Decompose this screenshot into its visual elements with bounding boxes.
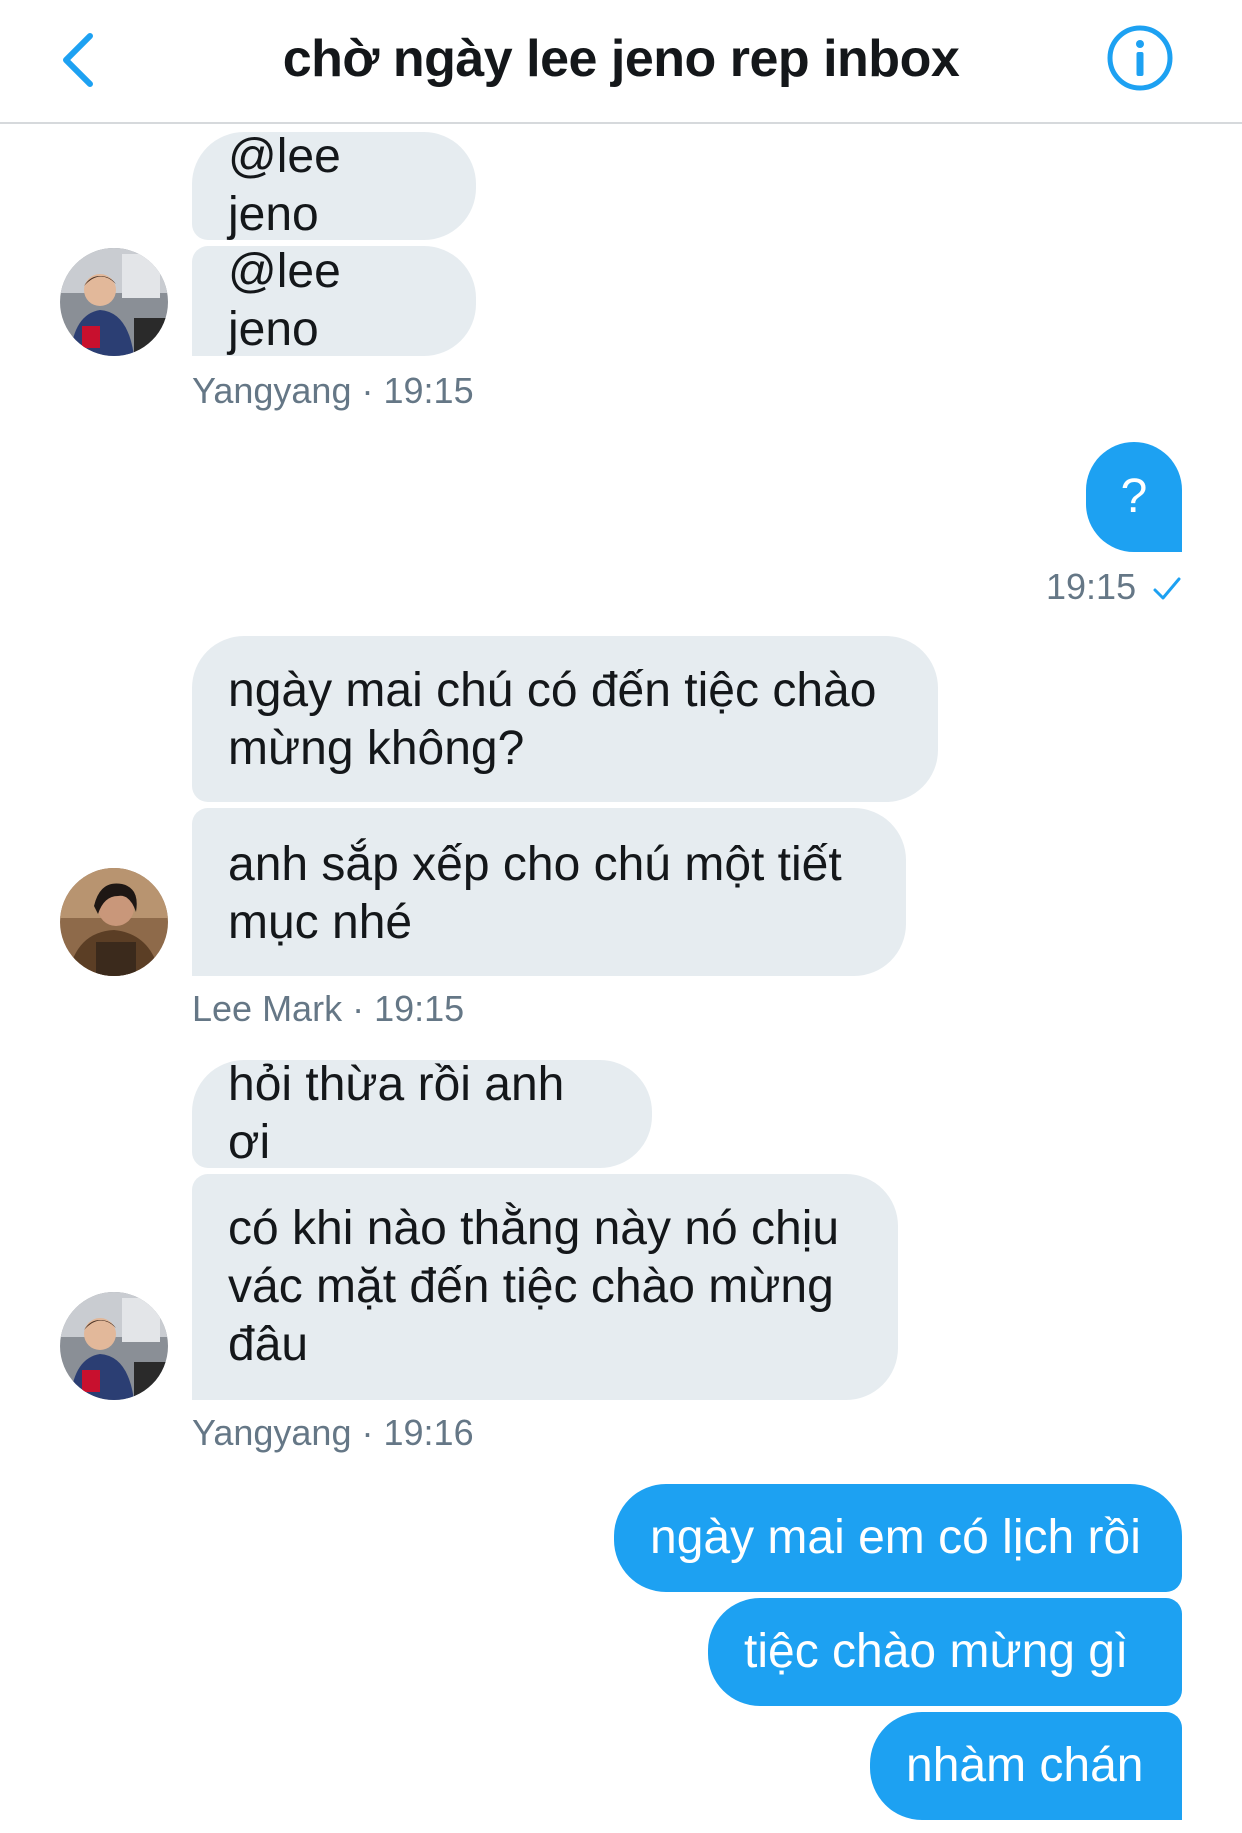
message-text-line: mục nhé [228, 896, 413, 949]
meta-separator: · [361, 1412, 374, 1453]
message-meta: Lee Mark · 19:15 [192, 988, 464, 1030]
message-text: hỏi thừa rồi anh ơi [228, 1058, 565, 1169]
meta-separator: · [361, 370, 374, 411]
sender-name: Yangyang [192, 1412, 352, 1453]
outgoing-message[interactable]: ? [1086, 442, 1182, 552]
info-button[interactable] [1104, 22, 1176, 94]
avatar-photo [60, 1292, 168, 1400]
message-time: 19:15 [374, 988, 465, 1029]
outgoing-message[interactable]: tiệc chào mừng gì [708, 1598, 1182, 1706]
avatar-lee-mark[interactable] [60, 868, 168, 976]
meta-separator: · [352, 988, 365, 1029]
avatar-photo [60, 868, 168, 976]
message-text-line: đâu [228, 1318, 309, 1371]
conversation-header: chờ ngày lee jeno rep inbox [0, 0, 1242, 124]
conversation-title: chờ ngày lee jeno rep inbox [282, 30, 960, 88]
message-text-line: có khi nào thằng này nó chịu [228, 1202, 840, 1255]
message-time: 19:15 [383, 370, 474, 411]
message-text-line: anh sắp xếp cho chú một tiết [228, 838, 842, 891]
outgoing-message[interactable]: nhàm chán [870, 1712, 1182, 1820]
message-text: nhàm chán [906, 1739, 1144, 1792]
sender-name: Lee Mark [192, 988, 343, 1029]
message-text-line: ngày mai chú có đến tiệc chào [228, 664, 877, 717]
message-text: @lee jeno [228, 245, 341, 356]
incoming-message[interactable]: anh sắp xếp cho chú một tiết mục nhé [192, 808, 906, 976]
incoming-message[interactable]: hỏi thừa rồi anh ơi [192, 1058, 652, 1169]
sender-name: Yangyang [192, 370, 352, 411]
back-button[interactable] [48, 22, 108, 98]
message-text: ? [1120, 470, 1148, 523]
message-text: ngày mai em có lịch rồi [650, 1511, 1141, 1564]
message-time: 19:16 [383, 1412, 474, 1453]
message-text: @lee jeno [228, 130, 341, 241]
message-time: 19:15 [1046, 566, 1137, 607]
avatar-photo [60, 248, 168, 356]
incoming-message[interactable]: @lee jeno [192, 130, 476, 241]
checkmark-icon [1153, 577, 1181, 600]
avatar-yangyang[interactable] [60, 248, 168, 356]
incoming-message[interactable]: có khi nào thằng này nó chịu vác mặt đến… [192, 1174, 898, 1400]
message-meta: Yangyang · 19:15 [192, 370, 474, 412]
avatar-yangyang[interactable] [60, 1292, 168, 1400]
message-meta: 19:15 [1046, 566, 1182, 608]
message-meta: Yangyang · 19:16 [192, 1412, 474, 1454]
message-text-line: vác mặt đến tiệc chào mừng [228, 1260, 834, 1313]
message-text: tiệc chào mừng gì [744, 1625, 1129, 1678]
incoming-message[interactable]: ngày mai chú có đến tiệc chào mừng không… [192, 636, 938, 802]
incoming-message[interactable]: @lee jeno [192, 245, 476, 356]
outgoing-message[interactable]: ngày mai em có lịch rồi [614, 1484, 1182, 1592]
info-circle-icon [1107, 25, 1173, 91]
chevron-left-icon [63, 33, 93, 87]
message-text-line: mừng không? [228, 722, 525, 775]
